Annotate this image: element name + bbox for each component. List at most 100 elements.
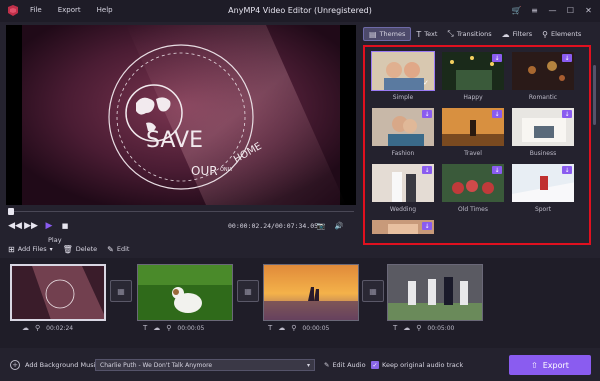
panel-scrollbar[interactable] xyxy=(593,65,596,125)
edit-audio-button[interactable]: ✎ Edit Audio xyxy=(324,361,366,369)
download-icon[interactable]: ↓ xyxy=(422,166,432,174)
theme-item-partial[interactable]: ↓ xyxy=(371,219,435,271)
download-icon[interactable]: ↓ xyxy=(492,110,502,118)
tab-filters[interactable]: ☁ Filters xyxy=(497,27,537,41)
edit-audio-icon: ✎ xyxy=(324,361,330,369)
overlay-save-text: SAVE xyxy=(146,128,203,153)
filter-icon[interactable]: ☁ xyxy=(278,324,285,332)
stop-icon[interactable]: ■ xyxy=(58,219,72,233)
text-icon[interactable]: T xyxy=(143,324,147,332)
transition-slot[interactable]: ▦ xyxy=(110,280,132,302)
scrubber-track[interactable] xyxy=(8,211,354,212)
cart-icon[interactable]: 🛒 xyxy=(509,3,524,18)
clip-meta: ☁ ⚲ 00:02:24 xyxy=(22,324,73,332)
bgm-select[interactable]: Charlie Puth - We Don't Talk Anymore ▾ xyxy=(95,359,315,371)
tab-themes[interactable]: ▤ Themes xyxy=(363,27,412,41)
clip-meta: T ☁ ⚲ 00:05:00 xyxy=(393,324,454,332)
theme-thumbnail: ↓ xyxy=(371,107,435,147)
add-files-icon: ⊞ xyxy=(8,244,15,254)
theme-item-wedding[interactable]: ↓ Wedding xyxy=(371,163,435,215)
time-readout: 00:00:02.24/00:07:34.05 xyxy=(228,222,318,230)
download-icon[interactable]: ↓ xyxy=(562,110,572,118)
menu-icon[interactable]: ≡ xyxy=(527,3,542,18)
theme-label: Wedding xyxy=(389,206,417,213)
theme-thumbnail: ↓ xyxy=(511,163,575,203)
timeline-clip[interactable] xyxy=(10,264,106,321)
minimize-icon[interactable]: — xyxy=(545,3,560,18)
download-icon[interactable]: ↓ xyxy=(492,166,502,174)
keep-original-audio-toggle[interactable]: ✓ Keep original audio track xyxy=(371,361,463,369)
theme-item-business[interactable]: ↓ Business xyxy=(511,107,575,159)
filter-icon[interactable]: ☁ xyxy=(403,324,410,332)
add-music-icon[interactable]: + xyxy=(10,360,20,370)
scrubber-handle[interactable] xyxy=(8,208,14,215)
edit-button[interactable]: ✎ Edit xyxy=(107,245,129,254)
theme-label: Simple xyxy=(392,94,414,101)
element-icon[interactable]: ⚲ xyxy=(166,324,171,332)
tab-transitions[interactable]: ⤡ Transitions xyxy=(442,27,496,41)
snapshot-icon[interactable]: 📷 xyxy=(314,219,328,233)
audio-icon[interactable]: ⚲ xyxy=(35,324,40,332)
checkbox-checked-icon[interactable]: ✓ xyxy=(371,361,379,369)
element-icon[interactable]: ⚲ xyxy=(416,324,421,332)
timeline-clip[interactable] xyxy=(387,264,483,321)
add-files-button[interactable]: ⊞ Add Files ▾ xyxy=(8,245,53,254)
themes-grid-highlight: ✓ Simple ↓ Happy ↓ Romantic ↓ Fashion ↓ … xyxy=(363,45,591,245)
playback-controls: ◀◀ ▶▶ ▶ ■ 00:00:02.24/00:07:34.05 📷 🔊 xyxy=(8,218,354,234)
bgm-selected-value: Charlie Puth - We Don't Talk Anymore xyxy=(100,362,213,369)
theme-label: Sport xyxy=(534,206,552,213)
theme-item-travel[interactable]: ↓ Travel xyxy=(441,107,505,159)
filter-icon[interactable]: ☁ xyxy=(22,324,29,332)
download-icon[interactable]: ↓ xyxy=(562,166,572,174)
volume-icon[interactable]: 🔊 xyxy=(332,219,346,233)
text-icon[interactable]: T xyxy=(268,324,272,332)
tab-text[interactable]: T Text xyxy=(411,27,442,41)
tab-elements[interactable]: ⚲ Elements xyxy=(537,27,586,41)
download-icon[interactable]: ↓ xyxy=(562,54,572,62)
theme-thumbnail: ↓ xyxy=(441,51,505,91)
theme-thumbnail: ↓ xyxy=(511,107,575,147)
theme-item-romantic[interactable]: ↓ Romantic xyxy=(511,51,575,103)
download-icon[interactable]: ↓ xyxy=(492,54,502,62)
theme-item-happy[interactable]: ↓ Happy xyxy=(441,51,505,103)
panel-tabs: ▤ Themes T Text ⤡ Transitions ☁ Filters … xyxy=(363,25,596,43)
elements-icon: ⚲ xyxy=(542,29,548,39)
play-icon[interactable]: ▶ xyxy=(42,219,56,233)
timeline-clip[interactable] xyxy=(137,264,233,321)
chevron-down-icon[interactable]: ▾ xyxy=(50,246,53,253)
element-icon[interactable]: ⚲ xyxy=(291,324,296,332)
theme-item-sport[interactable]: ↓ Sport xyxy=(511,163,575,215)
transition-slot[interactable]: ▦ xyxy=(362,280,384,302)
delete-button[interactable]: 🗑 Delete xyxy=(63,245,98,254)
text-icon[interactable]: T xyxy=(393,324,397,332)
download-icon[interactable]: ↓ xyxy=(422,222,432,230)
video-preview[interactable]: SAVE OUR ONLY HOME xyxy=(6,25,356,205)
forward-icon[interactable]: ▶▶ xyxy=(24,219,38,233)
menu-file[interactable]: File xyxy=(30,6,42,14)
add-files-label: Add Files xyxy=(17,245,47,253)
close-icon[interactable]: ✕ xyxy=(581,3,596,18)
clip-meta: T ☁ ⚲ 00:00:05 xyxy=(143,324,204,332)
filter-icon[interactable]: ☁ xyxy=(153,324,160,332)
clip-duration: 00:02:24 xyxy=(46,324,74,332)
time-total: 00:07:34.05 xyxy=(274,222,319,230)
theme-item-old-times[interactable]: ↓ Old Times xyxy=(441,163,505,215)
download-icon[interactable]: ↓ xyxy=(422,110,432,118)
theme-item-simple[interactable]: ✓ Simple xyxy=(371,51,435,103)
chevron-down-icon[interactable]: ▾ xyxy=(307,362,310,369)
progress-scrubber[interactable] xyxy=(8,208,354,215)
export-icon: ⇧ xyxy=(531,360,538,370)
overlay-our-text: OUR xyxy=(191,164,218,178)
menu-help[interactable]: Help xyxy=(97,6,113,14)
clip-duration: 00:00:05 xyxy=(302,324,330,332)
export-button[interactable]: ⇧ Export xyxy=(509,355,591,375)
transition-slot[interactable]: ▦ xyxy=(237,280,259,302)
rewind-icon[interactable]: ◀◀ xyxy=(8,219,22,233)
maximize-icon[interactable]: ☐ xyxy=(563,3,578,18)
trash-icon: 🗑 xyxy=(62,244,73,254)
theme-item-fashion[interactable]: ↓ Fashion xyxy=(371,107,435,159)
menu-export[interactable]: Export xyxy=(58,6,81,14)
timeline-clip[interactable] xyxy=(263,264,359,321)
tab-label: Filters xyxy=(512,30,533,38)
transitions-icon: ⤡ xyxy=(447,29,454,38)
